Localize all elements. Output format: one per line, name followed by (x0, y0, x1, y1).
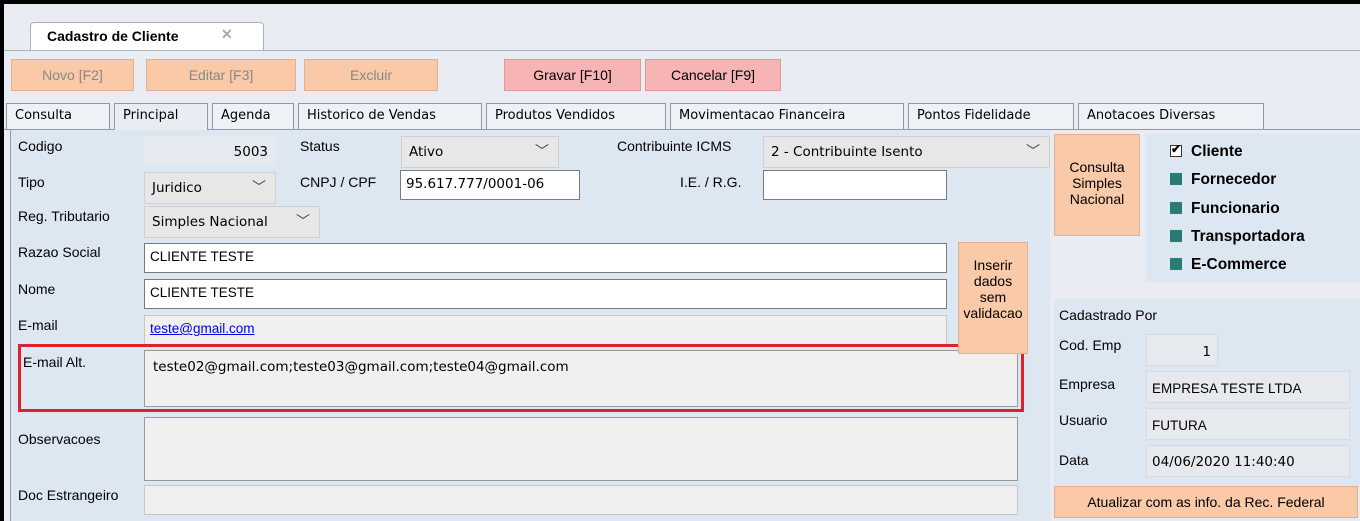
close-icon[interactable]: ✕ (221, 26, 233, 43)
excluir-button[interactable]: Excluir (304, 59, 438, 91)
contribuinte-label: Contribuinte ICMS (617, 138, 732, 154)
role-funcionario[interactable]: Funcionario (1170, 200, 1280, 218)
ie-label: I.E. / R.G. (680, 174, 742, 190)
doc-estrangeiro-field[interactable] (144, 485, 1018, 515)
chevron-down-icon: ﹀ (1026, 144, 1040, 160)
consulta-simples-nacional-button[interactable]: Consulta Simples Nacional (1054, 134, 1140, 236)
data-label: Data (1059, 452, 1089, 468)
role-label: Funcionario (1191, 200, 1280, 217)
inserir-line-2: dados (973, 273, 1013, 289)
reg-tributario-label: Reg. Tributario (18, 208, 110, 224)
chevron-down-icon: ﹀ (296, 214, 310, 230)
tipo-label: Tipo (18, 174, 45, 190)
tab-produtos-vendidos[interactable]: Produtos Vendidos (486, 103, 666, 129)
nome-label: Nome (18, 281, 56, 297)
tab-anotacoes-diversas[interactable]: Anotacoes Diversas (1078, 103, 1264, 129)
checkbox-checked-icon[interactable] (1170, 142, 1182, 157)
role-cliente[interactable]: Cliente (1170, 142, 1243, 161)
checkbox-icon[interactable] (1170, 258, 1182, 270)
reg-tributario-select[interactable]: Simples Nacional ﹀ (144, 206, 320, 238)
contribuinte-value: 2 - Contribuinte Isento (771, 144, 923, 160)
inserir-line-4: validacao (963, 305, 1023, 321)
tipo-value: Juridico (152, 180, 202, 196)
empresa-field: EMPRESA TESTE LTDA (1146, 371, 1350, 403)
tab-historico-vendas[interactable]: Historico de Vendas (298, 103, 482, 129)
status-label: Status (300, 138, 340, 154)
role-label: Transportadora (1191, 228, 1305, 245)
observacoes-label: Observacoes (18, 431, 101, 447)
email-alt-label: E-mail Alt. (23, 354, 87, 370)
role-label: Cliente (1191, 143, 1243, 160)
codigo-field: 5003 (144, 136, 276, 166)
inserir-line-3: sem (979, 289, 1007, 305)
role-label: E-Commerce (1191, 256, 1287, 273)
usuario-label: Usuario (1059, 412, 1108, 428)
observacoes-field[interactable] (144, 417, 1018, 481)
tipo-select[interactable]: Juridico ﹀ (144, 172, 276, 204)
chevron-down-icon: ﹀ (535, 144, 549, 160)
checkbox-icon[interactable] (1170, 173, 1182, 185)
document-tab[interactable]: Cadastro de Cliente ✕ (30, 22, 264, 50)
checkbox-icon[interactable] (1170, 230, 1182, 242)
data-field: 04/06/2020 11:40:40 (1146, 445, 1350, 477)
consulta-line-3: Nacional (1069, 191, 1125, 207)
reg-tributario-value: Simples Nacional (152, 214, 268, 230)
cnpj-label: CNPJ / CPF (300, 174, 377, 190)
inserir-sem-validacao-button[interactable]: Inserir dados sem validacao (958, 242, 1028, 354)
document-tab-title: Cadastro de Cliente (47, 28, 179, 44)
usuario-field: FUTURA (1146, 408, 1350, 440)
email-field[interactable]: teste@gmail.com (144, 315, 947, 345)
cod-emp-label: Cod. Emp (1059, 337, 1122, 353)
email-label: E-mail (18, 317, 58, 333)
empresa-label: Empresa (1059, 376, 1116, 392)
doc-estrangeiro-label: Doc Estrangeiro (18, 487, 119, 503)
tab-agenda[interactable]: Agenda (212, 103, 294, 129)
role-ecommerce[interactable]: E-Commerce (1170, 256, 1287, 274)
razao-social-label: Razao Social (18, 244, 101, 260)
consulta-line-1: Consulta (1069, 159, 1125, 175)
tab-movimentacao-financeira[interactable]: Movimentacao Financeira (670, 103, 904, 129)
novo-button[interactable]: Novo [F2] (11, 59, 134, 91)
cancelar-button[interactable]: Cancelar [F9] (645, 59, 781, 91)
gravar-button[interactable]: Gravar [F10] (504, 59, 641, 91)
cod-emp-field: 1 (1146, 334, 1218, 366)
app-window: Cadastro de Cliente ✕ Novo [F2] Editar [… (4, 4, 1360, 521)
tab-pontos-fidelidade[interactable]: Pontos Fidelidade (908, 103, 1074, 129)
checkbox-icon[interactable] (1170, 202, 1182, 214)
status-select[interactable]: Ativo ﹀ (401, 136, 559, 168)
role-transportadora[interactable]: Transportadora (1170, 228, 1305, 246)
ie-field[interactable] (763, 170, 947, 200)
codigo-label: Codigo (18, 138, 63, 154)
consulta-line-2: Simples (1072, 175, 1122, 191)
chevron-down-icon: ﹀ (252, 180, 266, 196)
razao-social-field[interactable]: CLIENTE TESTE (144, 243, 947, 273)
cnpj-field[interactable]: 95.617.777/0001-06 (400, 170, 580, 200)
tab-divider (4, 50, 1360, 51)
role-fornecedor[interactable]: Fornecedor (1170, 171, 1276, 189)
tab-consulta[interactable]: Consulta (6, 103, 110, 129)
contribuinte-select[interactable]: 2 - Contribuinte Isento ﹀ (763, 136, 1050, 168)
role-label: Fornecedor (1191, 171, 1277, 188)
tab-principal[interactable]: Principal (114, 103, 208, 130)
inserir-line-1: Inserir (973, 257, 1013, 273)
atualizar-rec-federal-button[interactable]: Atualizar com as info. da Rec. Federal (1054, 486, 1358, 518)
email-alt-field[interactable]: teste02@gmail.com;teste03@gmail.com;test… (144, 350, 1018, 407)
status-value: Ativo (409, 144, 444, 160)
nome-field[interactable]: CLIENTE TESTE (144, 279, 947, 309)
cadastrado-por-title: Cadastrado Por (1059, 307, 1158, 323)
editar-button[interactable]: Editar [F3] (146, 59, 296, 91)
